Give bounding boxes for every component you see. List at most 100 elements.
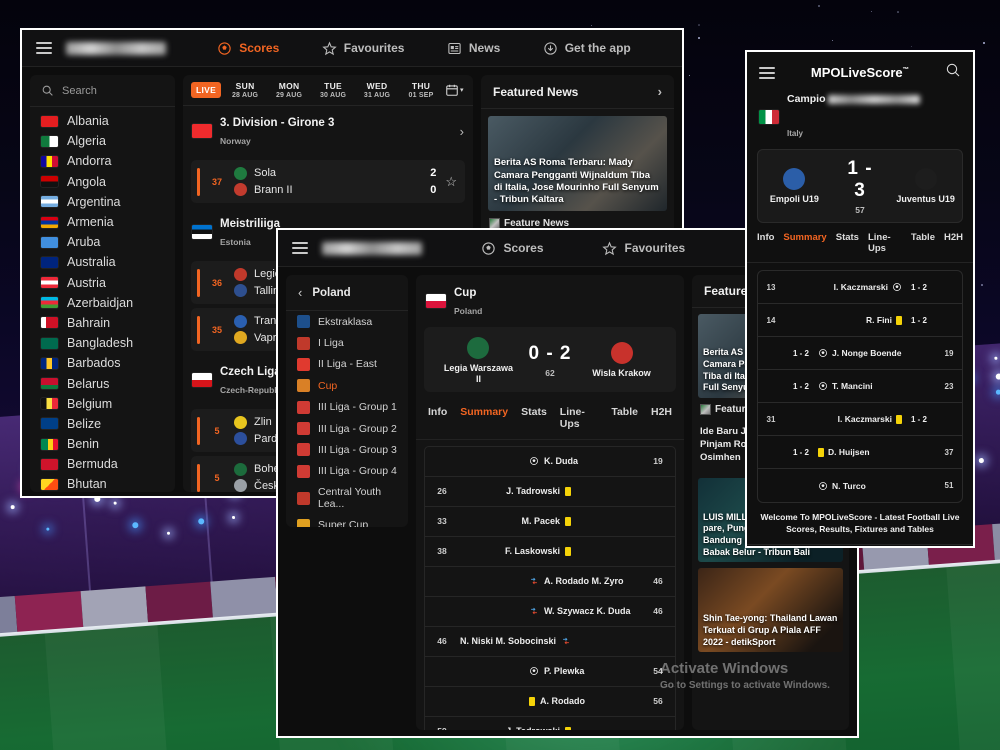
tab-stats[interactable]: Stats xyxy=(521,406,547,430)
event-row[interactable]: 31I. Kaczmarski1 - 2 xyxy=(758,403,962,436)
date-cell[interactable]: THU01 SEP xyxy=(399,81,443,99)
event-row[interactable]: 1 - 2J. Nonge Boende19 xyxy=(758,337,962,370)
country-item[interactable]: Argentina xyxy=(30,192,175,212)
news-hero-image[interactable]: Berita AS Roma Terbaru: Mady Camara Peng… xyxy=(488,116,667,211)
league-item[interactable]: Ekstraklasa xyxy=(286,311,408,332)
league-logo-icon xyxy=(297,443,310,456)
match-detail-panel[interactable]: Cup Poland Legia Warszawa II 0 - 2 62 xyxy=(416,275,684,730)
search-icon[interactable] xyxy=(945,62,961,83)
nav-item-label: Scores xyxy=(503,241,543,255)
mobile-window-mpolivescore[interactable]: MPOLiveScore™ Campio Italy Empoli U19 1 … xyxy=(745,50,975,548)
event-row[interactable]: 1 - 2T. Mancini23 xyxy=(758,370,962,403)
tab-line-ups[interactable]: Line-Ups xyxy=(868,232,902,254)
event-row[interactable]: W. Szywacz K. Duda46 xyxy=(425,597,675,627)
match-minute: 37 xyxy=(209,177,225,187)
tab-line-ups[interactable]: Line-Ups xyxy=(560,406,599,430)
tab-h2h[interactable]: H2H xyxy=(944,232,963,254)
country-item[interactable]: Bhutan xyxy=(30,474,175,492)
country-item[interactable]: Albania xyxy=(30,111,175,131)
event-row[interactable]: 46N. Niski M. Sobocinski xyxy=(425,627,675,657)
hamburger-icon[interactable] xyxy=(292,239,308,257)
date-cell[interactable]: WED31 AUG xyxy=(355,81,399,99)
event-row[interactable]: 59J. Tadrowski xyxy=(425,717,675,730)
league-item[interactable]: Central Youth Lea... xyxy=(286,482,408,514)
country-item[interactable]: Barbados xyxy=(30,353,175,373)
tab-summary[interactable]: Summary xyxy=(460,406,508,430)
mobile-scoreboard: Empoli U19 1 - 3 57 Juventus U19 xyxy=(757,149,963,223)
country-item[interactable]: Angola xyxy=(30,172,175,192)
event-row[interactable]: A. Rodado56 xyxy=(425,687,675,717)
nav-item-scores[interactable]: Scores xyxy=(217,41,279,56)
tab-stats[interactable]: Stats xyxy=(836,232,859,254)
league-item[interactable]: II Liga - East xyxy=(286,354,408,375)
event-row[interactable]: K. Duda19 xyxy=(425,447,675,477)
event-row[interactable]: 38F. Laskowski xyxy=(425,537,675,567)
news-item[interactable]: Shin Tae-yong: Thailand Lawan Terkuat di… xyxy=(698,568,843,652)
calendar-icon[interactable]: ▾ xyxy=(445,83,465,97)
event-row[interactable]: N. Turco51 xyxy=(758,469,962,502)
hamburger-icon[interactable] xyxy=(759,64,775,82)
tab-summary[interactable]: Summary xyxy=(783,232,826,254)
chevron-right-icon[interactable]: › xyxy=(460,124,464,139)
country-item[interactable]: Andorra xyxy=(30,151,175,171)
away-team-crest xyxy=(234,331,247,344)
nav-item-get-the-app[interactable]: Get the app xyxy=(543,41,631,56)
country-item[interactable]: Belgium xyxy=(30,394,175,414)
event-player: T. Mancini xyxy=(832,381,873,391)
yellow-card-icon xyxy=(565,517,571,526)
country-item[interactable]: Aruba xyxy=(30,232,175,252)
tab-table[interactable]: Table xyxy=(911,232,935,254)
hamburger-icon[interactable] xyxy=(36,39,52,57)
league-item[interactable]: I Liga xyxy=(286,332,408,353)
country-item[interactable]: Algeria xyxy=(30,131,175,151)
country-item[interactable]: Belarus xyxy=(30,373,175,393)
back-to-poland[interactable]: ‹ Poland xyxy=(286,275,408,311)
league-item[interactable]: III Liga - Group 2 xyxy=(286,418,408,439)
tab-table[interactable]: Table xyxy=(611,406,638,430)
league-item[interactable]: III Liga - Group 1 xyxy=(286,397,408,418)
league-sidebar[interactable]: ‹ Poland EkstraklasaI LigaII Liga - East… xyxy=(286,275,408,527)
tab-info[interactable]: Info xyxy=(757,232,774,254)
league-item[interactable]: Super Cup xyxy=(286,514,408,527)
league-header[interactable]: 3. Division - Girone 3Norway› xyxy=(183,106,473,156)
tab-h2h[interactable]: H2H xyxy=(651,406,672,430)
country-item[interactable]: Belize xyxy=(30,414,175,434)
nav-item-news[interactable]: News xyxy=(447,41,500,56)
yellow-card-icon xyxy=(565,487,571,496)
chevron-right-icon[interactable]: › xyxy=(658,84,662,99)
country-item[interactable]: Australia xyxy=(30,252,175,272)
event-row[interactable]: 33M. Pacek xyxy=(425,507,675,537)
date-cell[interactable]: SUN28 AUG xyxy=(223,81,267,99)
away-team: Wisla Krakow xyxy=(586,342,658,379)
event-row[interactable]: 14R. Fini1 - 2 xyxy=(758,304,962,337)
nav-item-favourites[interactable]: Favourites xyxy=(322,41,405,56)
country-item[interactable]: Bangladesh xyxy=(30,333,175,353)
home-team-crest xyxy=(783,168,805,190)
event-row[interactable]: A. Rodado M. Zyro46 xyxy=(425,567,675,597)
league-item[interactable]: III Liga - Group 3 xyxy=(286,439,408,460)
event-row[interactable]: 13I. Kaczmarski1 - 2 xyxy=(758,271,962,304)
country-item[interactable]: Austria xyxy=(30,273,175,293)
nav-item-scores[interactable]: Scores xyxy=(481,241,543,256)
country-item[interactable]: Bahrain xyxy=(30,313,175,333)
date-cell[interactable]: TUE30 AUG xyxy=(311,81,355,99)
nav-item-favourites[interactable]: Favourites xyxy=(602,241,685,256)
welcome-banner: Welcome To MPOLiveScore - Latest Footbal… xyxy=(747,503,973,544)
date-cell[interactable]: MON29 AUG xyxy=(267,81,311,99)
date-selector[interactable]: LIVE SUN28 AUGMON29 AUGTUE30 AUGWED31 AU… xyxy=(183,75,473,106)
star-icon[interactable]: ☆ xyxy=(445,174,457,190)
country-item[interactable]: Armenia xyxy=(30,212,175,232)
country-item[interactable]: Azerbaidjan xyxy=(30,293,175,313)
league-item[interactable]: Cup xyxy=(286,375,408,396)
country-item[interactable]: Benin xyxy=(30,434,175,454)
search-input[interactable]: Search xyxy=(30,75,175,107)
match-row[interactable]: 37SolaBrann II20☆ xyxy=(191,160,465,203)
country-item[interactable]: Bermuda xyxy=(30,454,175,474)
event-row[interactable]: 26J. Tadrowski xyxy=(425,477,675,507)
event-row[interactable]: 1 - 2D. Huijsen37 xyxy=(758,436,962,469)
live-filter-button[interactable]: LIVE xyxy=(191,82,221,98)
country-sidebar[interactable]: Search AlbaniaAlgeriaAndorraAngolaArgent… xyxy=(30,75,175,492)
league-item[interactable]: III Liga - Group 4 xyxy=(286,461,408,482)
event-row[interactable]: P. Plewka54 xyxy=(425,657,675,687)
tab-info[interactable]: Info xyxy=(428,406,447,430)
